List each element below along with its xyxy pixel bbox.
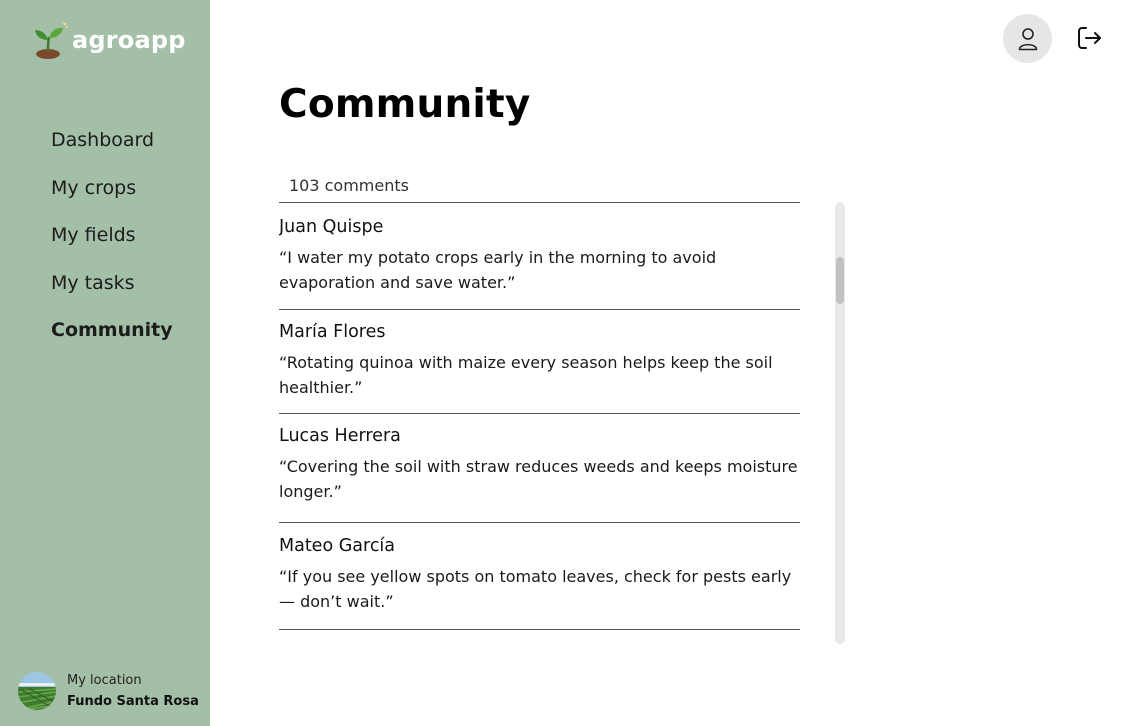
comment-text: “Rotating quinoa with maize every season…: [279, 353, 773, 397]
location-avatar: [18, 672, 56, 710]
comment-author: Juan Quispe: [279, 217, 384, 237]
page-title: Community: [279, 82, 531, 127]
comment-text: “Covering the soil with straw reduces we…: [279, 457, 798, 501]
user-icon: [1018, 27, 1037, 50]
location-label: My location: [67, 672, 142, 688]
scrollbar-thumb[interactable]: [836, 257, 844, 304]
comment-item: Mateo García “If you see yellow spots on…: [279, 535, 809, 614]
comment-author: Mateo García: [279, 536, 396, 556]
brand-logo-link[interactable]: agroapp: [32, 21, 186, 59]
comment-author: María Flores: [279, 322, 386, 342]
sidebar-item-my-fields[interactable]: My fields: [51, 219, 173, 267]
sprout-logo-icon: [35, 21, 68, 59]
divider: [279, 522, 800, 523]
divider: [279, 309, 800, 310]
user-profile-button[interactable]: [1003, 14, 1052, 63]
comment-text: “If you see yellow spots on tomato leave…: [279, 567, 792, 611]
comment-item: Lucas Herrera “Covering the soil with st…: [279, 425, 809, 504]
divider: [279, 629, 800, 630]
comments-scrollbar[interactable]: [835, 202, 845, 644]
location-name: Fundo Santa Rosa: [67, 693, 199, 709]
location-widget[interactable]: My location Fundo Santa Rosa: [18, 672, 199, 710]
sidebar-item-community[interactable]: Community: [51, 314, 173, 362]
comment-item: Juan Quispe “I water my potato crops ear…: [279, 216, 809, 295]
sidebar-item-dashboard[interactable]: Dashboard: [51, 124, 173, 172]
brand-name: agroapp: [72, 26, 186, 54]
comments-list[interactable]: Juan Quispe “I water my potato crops ear…: [279, 203, 809, 643]
comment-item: María Flores “Rotating quinoa with maize…: [279, 321, 809, 400]
location-text: My location Fundo Santa Rosa: [67, 673, 199, 710]
comment-author: Lucas Herrera: [279, 426, 401, 446]
sidebar-nav: Dashboard My crops My fields My tasks Co…: [51, 124, 173, 362]
logout-button[interactable]: [1076, 24, 1104, 52]
sidebar: agroapp Dashboard My crops My fields My …: [0, 0, 210, 726]
comment-text: “I water my potato crops early in the mo…: [279, 248, 717, 292]
sidebar-item-my-tasks[interactable]: My tasks: [51, 267, 173, 315]
divider: [279, 413, 800, 414]
comments-count: 103 comments: [289, 176, 409, 195]
sidebar-item-my-crops[interactable]: My crops: [51, 172, 173, 220]
logout-icon: [1078, 27, 1101, 49]
field-landscape-icon: [18, 672, 56, 710]
